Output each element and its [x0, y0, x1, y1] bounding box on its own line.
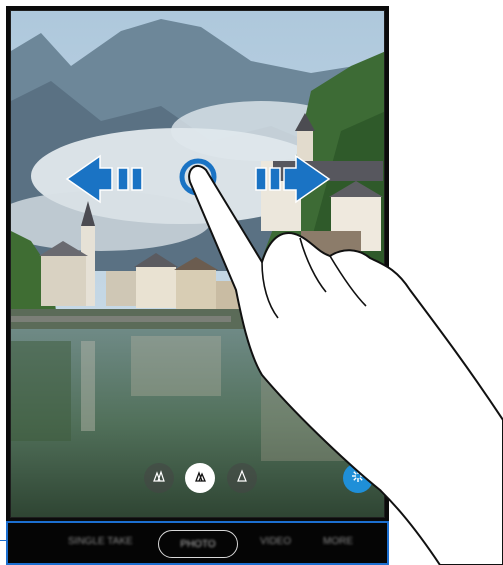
right-arrow-icon [255, 154, 331, 204]
swipe-gesture-overlay [65, 154, 503, 565]
hand-icon [188, 164, 503, 565]
left-arrow-icon [65, 154, 143, 204]
